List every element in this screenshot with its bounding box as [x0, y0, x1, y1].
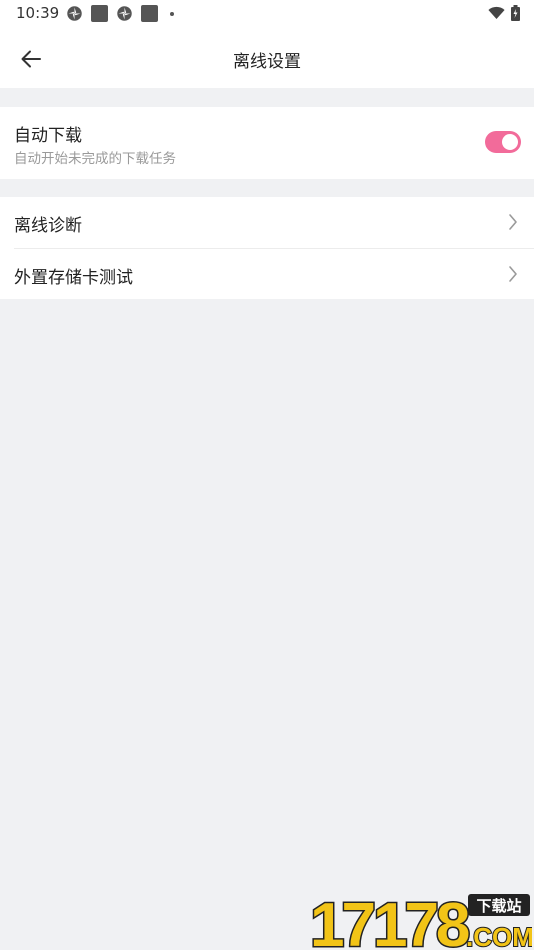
wifi-icon	[488, 6, 505, 19]
app-notification-icon	[117, 6, 132, 21]
app-notification-icon	[141, 5, 158, 22]
chevron-right-icon	[509, 266, 517, 282]
watermark-tag: 下载站	[476, 897, 521, 915]
sd-card-test-item[interactable]: 外置存储卡测试	[0, 249, 534, 299]
auto-download-subtitle: 自动开始未完成的下载任务	[14, 151, 176, 167]
auto-download-title: 自动下载	[14, 126, 82, 146]
auto-download-toggle[interactable]	[485, 131, 521, 153]
page-title: 离线设置	[233, 52, 301, 72]
offline-diagnosis-item[interactable]: 离线诊断	[0, 197, 534, 247]
status-bar: 10:39	[0, 0, 534, 30]
toggle-knob	[502, 134, 518, 150]
list-item-label: 离线诊断	[14, 216, 82, 236]
status-time: 10:39	[16, 4, 60, 22]
auto-download-setting: 自动下载 自动开始未完成的下载任务	[0, 107, 534, 179]
more-notifications-dot	[170, 11, 174, 16]
watermark-number: 17178	[310, 891, 469, 950]
list-item-label: 外置存储卡测试	[14, 268, 133, 288]
battery-icon	[511, 5, 520, 21]
app-notification-icon	[67, 6, 82, 21]
watermark-logo: 17178 下载站 .COM	[309, 890, 533, 950]
notification-icons	[66, 5, 174, 22]
app-header: 离线设置	[0, 30, 534, 88]
chevron-right-icon	[509, 214, 517, 230]
app-notification-icon	[91, 5, 108, 22]
settings-list: 离线诊断 外置存储卡测试	[0, 197, 534, 299]
system-icons	[488, 5, 520, 21]
watermark-domain: .COM	[466, 922, 532, 950]
